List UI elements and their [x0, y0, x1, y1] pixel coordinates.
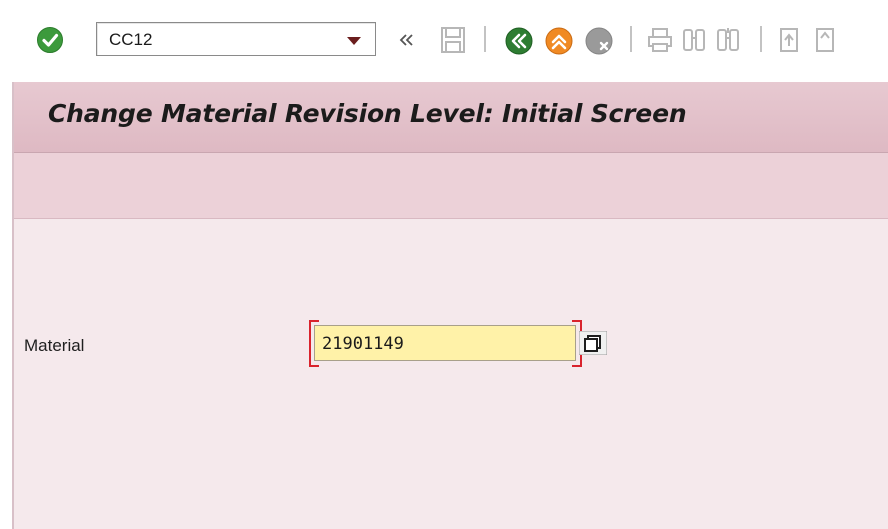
material-input[interactable]: 21901149 [314, 325, 576, 361]
enter-icon[interactable] [36, 26, 64, 54]
application-toolbar [14, 153, 888, 219]
toolbar-separator [484, 26, 486, 52]
previous-page-icon[interactable] [812, 26, 840, 54]
save-icon[interactable] [440, 26, 466, 54]
title-bar: Change Material Revision Level: Initial … [14, 82, 888, 153]
page-title: Change Material Revision Level: Initial … [48, 99, 687, 128]
command-field[interactable]: CC12 [96, 22, 376, 56]
material-input-value: 21901149 [322, 334, 404, 354]
toolbar-separator [760, 26, 762, 52]
value-help-icon[interactable] [579, 331, 607, 355]
command-field-dropdown-icon[interactable] [347, 37, 361, 45]
exit-icon[interactable] [544, 26, 574, 56]
back-icon[interactable] [504, 26, 534, 56]
print-icon[interactable] [646, 26, 674, 54]
find-icon[interactable] [680, 26, 708, 54]
toolbar-separator [630, 26, 632, 52]
cancel-icon[interactable] [584, 26, 614, 56]
main-content: Material 21901149 [14, 219, 888, 529]
first-page-icon[interactable] [776, 26, 804, 54]
find-next-icon[interactable] [714, 26, 742, 54]
material-label: Material [24, 336, 85, 355]
collapse-double-chevron-icon[interactable] [396, 30, 416, 50]
system-toolbar: CC12 [0, 0, 888, 82]
command-field-value: CC12 [109, 30, 153, 49]
